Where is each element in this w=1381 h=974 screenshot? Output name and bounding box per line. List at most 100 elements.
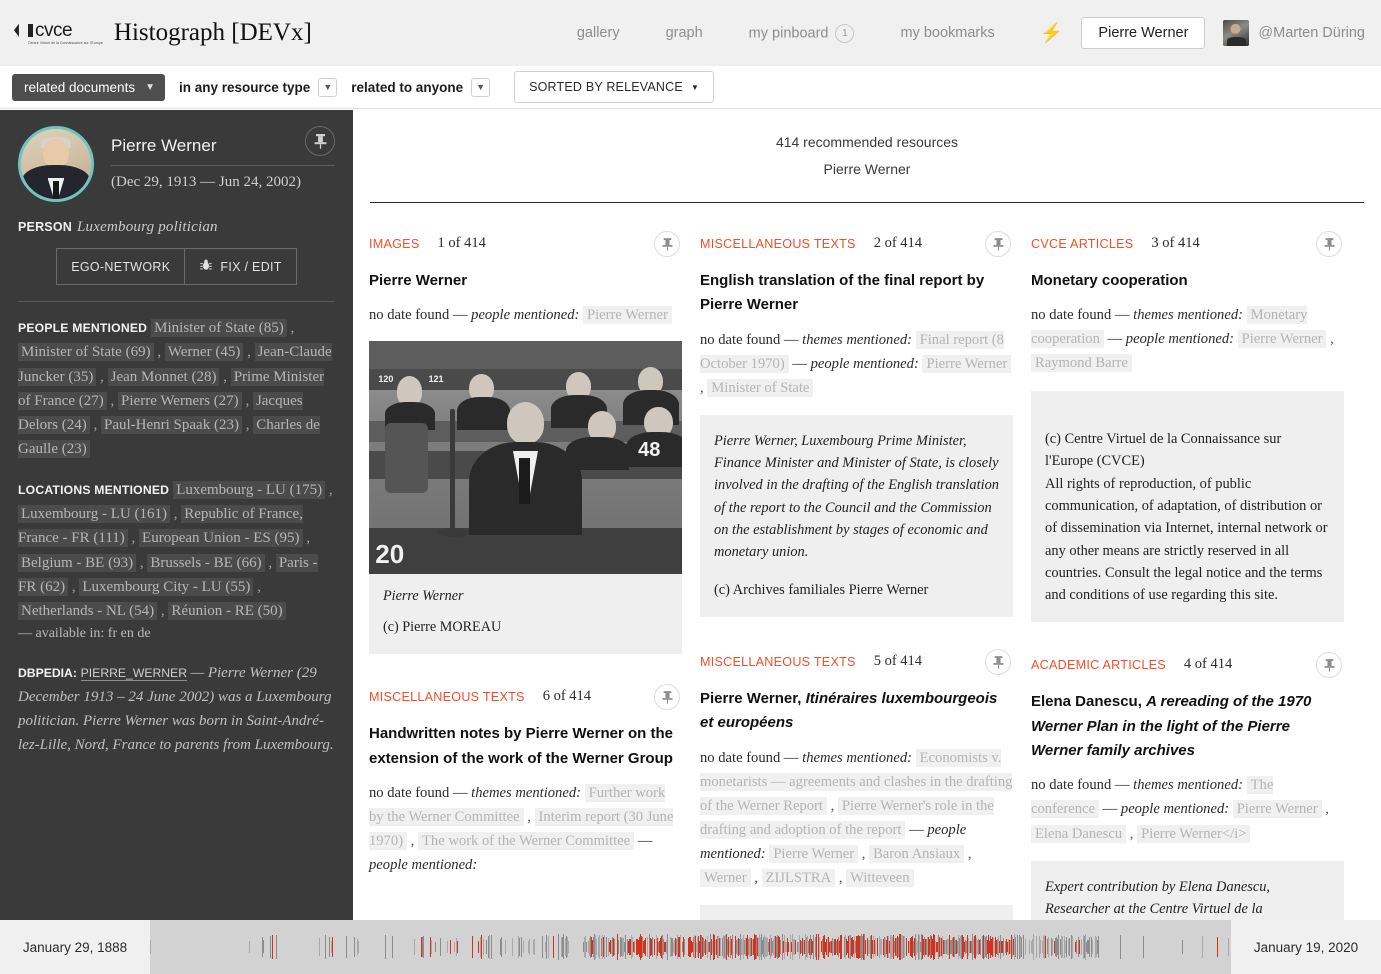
cvce-bar-icon bbox=[28, 23, 33, 37]
timeline-tick bbox=[652, 936, 653, 958]
entity-chip[interactable]: Werner bbox=[700, 869, 751, 888]
timeline-tick bbox=[1052, 939, 1053, 955]
entity-chip[interactable]: Pierre Werner bbox=[769, 845, 859, 864]
filter-resource-type-dropdown[interactable]: in any resource type ▼ bbox=[178, 77, 338, 97]
card-thumbnail-image[interactable]: 20 48 120 121 bbox=[369, 341, 682, 575]
timeline-tick bbox=[1058, 935, 1059, 959]
filter-scope-dropdown[interactable]: related documents ▼ bbox=[12, 73, 165, 101]
sidebar-tag[interactable]: Luxembourg City - LU (55) bbox=[79, 577, 254, 596]
nav-item-my-bookmarks[interactable]: my bookmarks bbox=[877, 25, 1017, 41]
sidebar-tag[interactable]: Minister of State (85) bbox=[151, 319, 287, 337]
result-card[interactable]: ACADEMIC ARTICLES 4 of 414 Elena Danescu… bbox=[1029, 622, 1346, 920]
pin-icon[interactable] bbox=[985, 649, 1011, 676]
pin-icon[interactable] bbox=[305, 126, 335, 156]
em-dash: — bbox=[452, 307, 472, 324]
entity-chip[interactable]: ZIJLSTRA bbox=[761, 869, 836, 888]
sidebar-tag[interactable]: Minister of State (69) bbox=[18, 343, 154, 362]
nav-item-my-pinboard[interactable]: my pinboard 1 bbox=[726, 23, 878, 43]
card-title[interactable]: English translation of the final report … bbox=[700, 269, 1013, 318]
entity-chip[interactable]: Pierre Werner bbox=[1237, 330, 1327, 349]
entity-chip[interactable]: Witteveen bbox=[846, 869, 914, 888]
sidebar-tag[interactable]: Luxembourg - LU (175) bbox=[173, 480, 326, 499]
sidebar-tag[interactable]: Belgium - BE (93) bbox=[18, 553, 137, 572]
timeline-tick bbox=[568, 941, 569, 953]
pin-icon[interactable] bbox=[654, 231, 680, 257]
card-title[interactable]: Elena Danescu, A rereading of the 1970 W… bbox=[1031, 690, 1344, 763]
card-kicker[interactable]: CVCE ARTICLES bbox=[1031, 231, 1133, 251]
card-date: no date found bbox=[700, 749, 781, 766]
entity-chip[interactable]: Raymond Barre bbox=[1031, 354, 1132, 373]
nav-item-gallery[interactable]: gallery bbox=[554, 25, 643, 41]
entity-chip[interactable]: Baron Ansiaux bbox=[869, 845, 965, 864]
pin-icon[interactable] bbox=[985, 231, 1011, 257]
entity-chip[interactable]: Elena Danescu bbox=[1031, 824, 1127, 843]
pin-icon[interactable] bbox=[1316, 652, 1342, 679]
timeline-tick bbox=[478, 941, 479, 953]
card-title[interactable]: Monetary cooperation bbox=[1031, 269, 1344, 293]
user-menu[interactable]: @Marten Düring bbox=[1223, 20, 1365, 46]
nav-item-graph[interactable]: graph bbox=[643, 25, 726, 41]
sidebar-tag[interactable]: Paul-Henri Spaak (23) bbox=[100, 416, 242, 435]
card-kicker[interactable]: ACADEMIC ARTICLES bbox=[1031, 652, 1166, 672]
filter-resource-type-label: in any resource type bbox=[178, 79, 311, 95]
themes-mentioned-label: themes mentioned: bbox=[802, 749, 912, 766]
card-date: no date found bbox=[369, 307, 450, 324]
entity-chip[interactable]: The work of the Werner Committee bbox=[418, 832, 635, 851]
lightning-icon[interactable]: ⚡ bbox=[1018, 24, 1082, 43]
timeline-track[interactable] bbox=[150, 920, 1231, 974]
entity-chip[interactable]: Pierre Werner bbox=[922, 354, 1012, 373]
entity-chip[interactable]: Pierre Werner</i> bbox=[1137, 824, 1251, 843]
card-header: IMAGES 1 of 414 bbox=[369, 231, 682, 261]
entity-chip[interactable]: Minister of State bbox=[707, 378, 814, 397]
card-title[interactable]: Handwritten notes by Pierre Werner on th… bbox=[369, 722, 682, 771]
sidebar-tag[interactable]: Netherlands - NL (54) bbox=[18, 602, 158, 621]
cvce-logo-icon[interactable]: cvce Centre Virtuel de la Connaissance s… bbox=[14, 21, 103, 45]
sort-dropdown[interactable]: SORTED BY RELEVANCE ▼ bbox=[514, 71, 715, 103]
avatar[interactable] bbox=[1223, 20, 1250, 46]
filter-relation-dropdown[interactable]: related to anyone ▼ bbox=[351, 77, 491, 97]
sidebar-tag[interactable]: European Union - ES (95) bbox=[139, 529, 303, 548]
result-card[interactable]: CVCE ARTICLES 3 of 414 Monetary cooperat… bbox=[1029, 211, 1346, 623]
tag-separator: , bbox=[89, 417, 101, 434]
pin-icon[interactable] bbox=[1316, 231, 1342, 257]
card-kicker[interactable]: MISCELLANEOUS TEXTS bbox=[369, 684, 525, 704]
ego-network-button[interactable]: EGO-NETWORK bbox=[56, 248, 186, 285]
focus-entity-chip[interactable]: Pierre Werner bbox=[1081, 17, 1206, 49]
timeline-tick bbox=[780, 939, 781, 955]
result-card[interactable]: MISCELLANEOUS TEXTS 2 of 414 English tra… bbox=[698, 211, 1015, 618]
tag-separator: , bbox=[241, 417, 254, 434]
sidebar-tag[interactable]: Brussels - BE (66) bbox=[147, 553, 265, 572]
locations-mentioned-label: LOCATIONS MENTIONED bbox=[18, 482, 170, 497]
chip-separator: , bbox=[835, 870, 847, 887]
pin-icon[interactable] bbox=[654, 684, 680, 711]
card-kicker[interactable]: MISCELLANEOUS TEXTS bbox=[700, 649, 856, 669]
tag-separator: , bbox=[325, 481, 333, 498]
result-card[interactable]: MISCELLANEOUS TEXTS 5 of 414 Pierre Wern… bbox=[698, 617, 1015, 920]
card-title[interactable]: Pierre Werner, Itinéraires luxembourgeoi… bbox=[700, 687, 1013, 736]
timeline-tick bbox=[1182, 939, 1183, 954]
user-handle[interactable]: @Marten Düring bbox=[1258, 25, 1365, 41]
card-title[interactable]: Pierre Werner bbox=[369, 269, 682, 293]
brand[interactable]: cvce Centre Virtuel de la Connaissance s… bbox=[0, 19, 312, 47]
profile-header: Pierre Werner (Dec 29, 1913 — Jun 24, 20… bbox=[18, 126, 335, 202]
result-card[interactable]: IMAGES 1 of 414 Pierre Werner no date fo… bbox=[367, 211, 684, 655]
timeline-tick bbox=[816, 934, 817, 960]
dbpedia-key-link[interactable]: PIERRE_WERNER bbox=[80, 665, 187, 681]
timeline-tick bbox=[505, 940, 506, 954]
fix-edit-button[interactable]: FIX / EDIT bbox=[185, 248, 297, 285]
entity-chip[interactable]: Pierre Werner bbox=[583, 306, 672, 325]
card-counter: 4 of 414 bbox=[1183, 656, 1233, 673]
sidebar-tag[interactable]: Werner (45) bbox=[164, 343, 244, 362]
result-card[interactable]: MISCELLANEOUS TEXTS 6 of 414 Handwritten… bbox=[367, 654, 684, 877]
timeline-bar[interactable]: January 29, 1888 January 19, 2020 bbox=[0, 920, 1381, 974]
sidebar-tag[interactable]: Jean Monnet (28) bbox=[107, 367, 220, 386]
card-kicker[interactable]: IMAGES bbox=[369, 231, 420, 251]
sidebar-tag[interactable]: Luxembourg - LU (161) bbox=[18, 505, 170, 524]
divider bbox=[18, 301, 335, 302]
entity-chip[interactable]: Pierre Werner bbox=[1232, 800, 1322, 819]
card-date: no date found bbox=[369, 784, 450, 801]
timeline-tick bbox=[481, 935, 482, 959]
sidebar-tag[interactable]: Pierre Werners (27) bbox=[118, 391, 242, 410]
sidebar-tag[interactable]: Réunion - RE (50) bbox=[168, 602, 286, 621]
card-kicker[interactable]: MISCELLANEOUS TEXTS bbox=[700, 231, 856, 251]
